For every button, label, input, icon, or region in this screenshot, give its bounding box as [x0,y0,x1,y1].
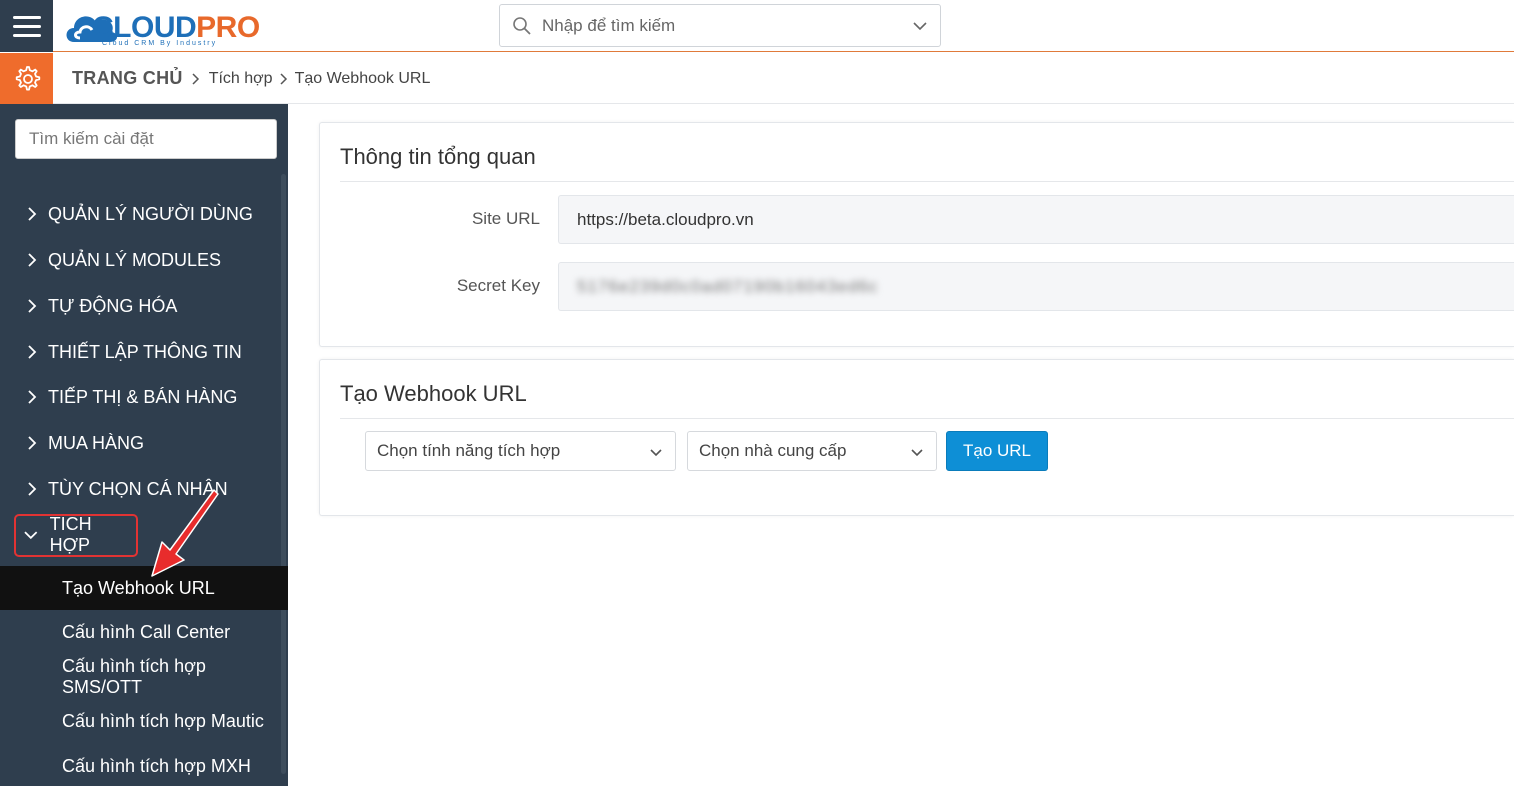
sidebar-subitem-social[interactable]: Cấu hình tích hợp MXH [0,744,288,786]
breadcrumb-home[interactable]: TRANG CHỦ [72,68,183,89]
create-url-button[interactable]: Tạo URL [946,431,1048,471]
sidebar-subitem-call-center[interactable]: Cấu hình Call Center [0,610,288,654]
chevron-down-icon [911,449,923,457]
chevron-right-icon [28,482,37,496]
global-search-input[interactable] [542,15,902,36]
breadcrumb-current: Tạo Webhook URL [294,69,431,87]
chevron-right-icon [28,345,37,359]
logo-tagline: Cloud CRM By Industry [102,40,218,47]
sidebar-subitem-webhook-url[interactable]: Tạo Webhook URL [0,566,288,610]
chevron-down-icon [650,449,662,457]
logo[interactable]: CLOUDPRO Cloud CRM By Industry [62,4,262,48]
chevron-right-icon [28,390,37,404]
breadcrumb-integration[interactable]: Tích hợp [209,70,273,88]
annotation-highlight-box [14,514,138,557]
sidebar-item-purchasing[interactable]: MUA HÀNG [0,423,280,463]
sidebar-item-automation[interactable]: TỰ ĐỘNG HÓA [0,286,280,326]
chevron-right-icon [28,253,37,267]
chevron-right-icon [28,299,37,313]
feature-select[interactable]: Chọn tính năng tích hợp [365,431,676,471]
settings-sidebar: QUẢN LÝ NGƯỜI DÙNG QUẢN LÝ MODULES TỰ ĐỘ… [0,104,288,786]
menu-toggle-button[interactable] [0,0,53,52]
gear-icon [15,65,40,90]
chevron-right-icon [28,207,37,221]
webhook-panel: Tạo Webhook URL Chọn tính năng tích hợp … [319,359,1514,516]
sidebar-item-user-management[interactable]: QUẢN LÝ NGƯỜI DÙNG [0,194,280,234]
chevron-right-icon [28,436,37,450]
provider-select[interactable]: Chọn nhà cung cấp [687,431,937,471]
top-bar: CLOUDPRO Cloud CRM By Industry [0,0,1514,52]
secret-key-field[interactable]: 5176e239d0c0ad07190b16043ed6c [558,262,1514,311]
settings-button[interactable] [0,53,53,104]
chevron-down-icon[interactable] [912,18,928,34]
sidebar-item-modules[interactable]: QUẢN LÝ MODULES [0,240,280,280]
overview-title: Thông tin tổng quan [340,144,536,169]
sidebar-item-marketing-sales[interactable]: TIẾP THỊ & BÁN HÀNG [0,377,280,417]
sidebar-subitem-sms-ott[interactable]: Cấu hình tích hợp SMS/OTT [0,655,288,699]
search-icon [513,16,531,35]
breadcrumb-bar: TRANG CHỦ Tích hợp Tạo Webhook URL [0,53,1514,104]
breadcrumb: TRANG CHỦ Tích hợp Tạo Webhook URL [72,68,430,89]
sidebar-item-info-setup[interactable]: THIẾT LẬP THÔNG TIN [0,332,280,372]
sidebar-subitem-mautic[interactable]: Cấu hình tích hợp Mautic [0,699,288,743]
webhook-title: Tạo Webhook URL [340,381,527,406]
chevron-right-icon [192,72,199,85]
site-url-label: Site URL [471,209,540,228]
hamburger-icon [12,15,41,19]
sidebar-item-personal-options[interactable]: TÙY CHỌN CÁ NHÂN [0,469,280,509]
settings-search-input[interactable] [15,119,277,159]
global-search[interactable] [499,4,941,47]
site-url-field[interactable]: https://beta.cloudpro.vn [558,195,1514,244]
secret-key-label: Secret Key [456,276,540,295]
chevron-right-icon [280,72,287,85]
overview-panel: Thông tin tổng quan Site URL https://bet… [319,122,1514,347]
